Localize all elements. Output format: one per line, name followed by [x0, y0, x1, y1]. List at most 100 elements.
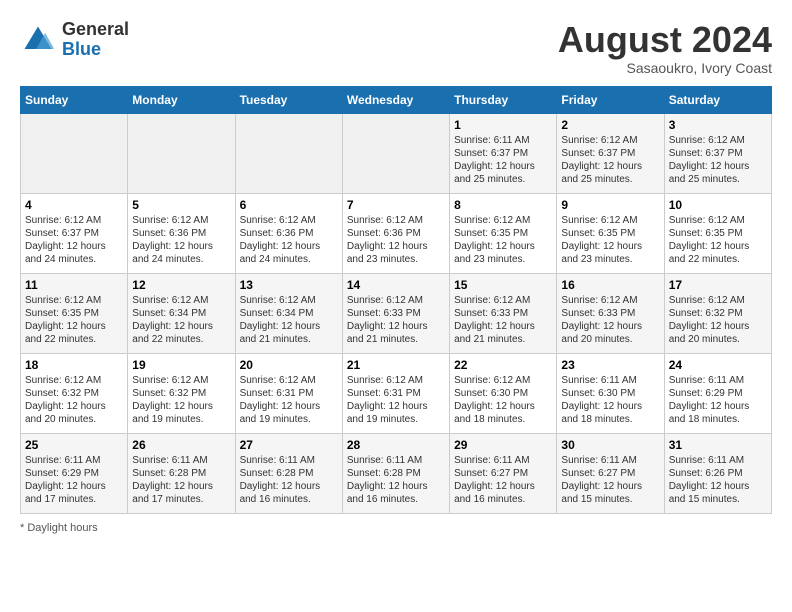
logo-text: General Blue: [62, 20, 129, 60]
logo-blue-text: Blue: [62, 39, 101, 59]
calendar-week-row: 4 Sunrise: 6:12 AM Sunset: 6:37 PM Daylig…: [21, 193, 772, 273]
calendar-cell: 14Sunrise: 6:12 AM Sunset: 6:33 PM Dayli…: [342, 273, 449, 353]
day-number: 10: [669, 198, 767, 212]
day-number: 12: [132, 278, 230, 292]
day-info: Sunrise: 6:12 AM Sunset: 6:32 PM Dayligh…: [669, 294, 767, 346]
header-day-wednesday: Wednesday: [342, 86, 449, 113]
calendar-cell: 11 Sunrise: 6:12 AM Sunset: 6:35 PM Dayli…: [21, 273, 128, 353]
day-info: Sunrise: 6:11 AM Sunset: 6:29 PM Dayligh…: [25, 454, 123, 506]
day-number: 18: [25, 358, 123, 372]
day-number: 26: [132, 438, 230, 452]
location-subtitle: Sasaoukro, Ivory Coast: [558, 60, 772, 76]
calendar-cell: [21, 113, 128, 193]
calendar-header-row: SundayMondayTuesdayWednesdayThursdayFrid…: [21, 86, 772, 113]
day-info: Sunrise: 6:11 AM Sunset: 6:30 PM Dayligh…: [561, 374, 659, 426]
calendar-cell: [235, 113, 342, 193]
day-info: Sunrise: 6:12 AM Sunset: 6:34 PM Dayligh…: [132, 294, 230, 346]
day-info: Sunrise: 6:11 AM Sunset: 6:28 PM Dayligh…: [347, 454, 445, 506]
day-info: Sunrise: 6:12 AM Sunset: 6:36 PM Dayligh…: [132, 214, 230, 266]
calendar-cell: [342, 113, 449, 193]
header-day-monday: Monday: [128, 86, 235, 113]
day-info: Sunrise: 6:12 AM Sunset: 6:35 PM Dayligh…: [25, 294, 123, 346]
calendar-cell: 19 Sunrise: 6:12 AM Sunset: 6:32 PM Dayli…: [128, 353, 235, 433]
day-info: Sunrise: 6:12 AM Sunset: 6:37 PM Dayligh…: [669, 134, 767, 186]
day-info: Sunrise: 6:12 AM Sunset: 6:36 PM Dayligh…: [240, 214, 338, 266]
logo-icon: [20, 22, 56, 58]
day-info: Sunrise: 6:12 AM Sunset: 6:33 PM Dayligh…: [561, 294, 659, 346]
day-number: 28: [347, 438, 445, 452]
day-number: 30: [561, 438, 659, 452]
day-number: 9: [561, 198, 659, 212]
day-number: 14: [347, 278, 445, 292]
calendar-cell: 29 Sunrise: 6:11 AM Sunset: 6:27 PM Dayli…: [450, 433, 557, 513]
calendar-cell: 17 Sunrise: 6:12 AM Sunset: 6:32 PM Dayli…: [664, 273, 771, 353]
header-day-tuesday: Tuesday: [235, 86, 342, 113]
footer-label: Daylight hours: [27, 522, 97, 534]
day-info: Sunrise: 6:12 AM Sunset: 6:37 PM Dayligh…: [561, 134, 659, 186]
header-day-saturday: Saturday: [664, 86, 771, 113]
day-info: Sunrise: 6:12 AM Sunset: 6:31 PM Dayligh…: [347, 374, 445, 426]
logo: General Blue: [20, 20, 129, 60]
day-info: Sunrise: 6:12 AM Sunset: 6:35 PM Dayligh…: [561, 214, 659, 266]
day-info: Sunrise: 6:12 AM Sunset: 6:35 PM Dayligh…: [669, 214, 767, 266]
day-number: 27: [240, 438, 338, 452]
day-number: 31: [669, 438, 767, 452]
calendar-cell: 9 Sunrise: 6:12 AM Sunset: 6:35 PM Daylig…: [557, 193, 664, 273]
calendar-cell: 25 Sunrise: 6:11 AM Sunset: 6:29 PM Dayli…: [21, 433, 128, 513]
calendar-cell: 8Sunrise: 6:12 AM Sunset: 6:35 PM Daylig…: [450, 193, 557, 273]
calendar-cell: [128, 113, 235, 193]
day-number: 3: [669, 118, 767, 132]
day-info: Sunrise: 6:11 AM Sunset: 6:29 PM Dayligh…: [669, 374, 767, 426]
calendar-cell: 13Sunrise: 6:12 AM Sunset: 6:34 PM Dayli…: [235, 273, 342, 353]
calendar-cell: 4 Sunrise: 6:12 AM Sunset: 6:37 PM Daylig…: [21, 193, 128, 273]
day-number: 29: [454, 438, 552, 452]
calendar-cell: 31Sunrise: 6:11 AM Sunset: 6:26 PM Dayli…: [664, 433, 771, 513]
calendar-week-row: 1Sunrise: 6:11 AM Sunset: 6:37 PM Daylig…: [21, 113, 772, 193]
day-number: 6: [240, 198, 338, 212]
header-day-friday: Friday: [557, 86, 664, 113]
page-header: General Blue August 2024 Sasaoukro, Ivor…: [20, 20, 772, 76]
calendar-cell: 27 Sunrise: 6:11 AM Sunset: 6:28 PM Dayli…: [235, 433, 342, 513]
calendar-cell: 7Sunrise: 6:12 AM Sunset: 6:36 PM Daylig…: [342, 193, 449, 273]
day-number: 2: [561, 118, 659, 132]
title-block: August 2024 Sasaoukro, Ivory Coast: [558, 20, 772, 76]
day-info: Sunrise: 6:11 AM Sunset: 6:28 PM Dayligh…: [132, 454, 230, 506]
calendar-week-row: 18 Sunrise: 6:12 AM Sunset: 6:32 PM Dayli…: [21, 353, 772, 433]
calendar-cell: 3 Sunrise: 6:12 AM Sunset: 6:37 PM Daylig…: [664, 113, 771, 193]
day-number: 17: [669, 278, 767, 292]
day-info: Sunrise: 6:11 AM Sunset: 6:27 PM Dayligh…: [561, 454, 659, 506]
day-number: 11: [25, 278, 123, 292]
day-info: Sunrise: 6:12 AM Sunset: 6:31 PM Dayligh…: [240, 374, 338, 426]
calendar-week-row: 25 Sunrise: 6:11 AM Sunset: 6:29 PM Dayli…: [21, 433, 772, 513]
calendar-cell: 15Sunrise: 6:12 AM Sunset: 6:33 PM Dayli…: [450, 273, 557, 353]
day-number: 21: [347, 358, 445, 372]
calendar-cell: 6 Sunrise: 6:12 AM Sunset: 6:36 PM Daylig…: [235, 193, 342, 273]
calendar-cell: 12 Sunrise: 6:12 AM Sunset: 6:34 PM Dayli…: [128, 273, 235, 353]
day-number: 13: [240, 278, 338, 292]
day-info: Sunrise: 6:11 AM Sunset: 6:27 PM Dayligh…: [454, 454, 552, 506]
calendar-cell: 26 Sunrise: 6:11 AM Sunset: 6:28 PM Dayli…: [128, 433, 235, 513]
calendar-cell: 18Sunrise: 6:12 AM Sunset: 6:32 PM Dayli…: [21, 353, 128, 433]
day-number: 25: [25, 438, 123, 452]
calendar-cell: 20 Sunrise: 6:12 AM Sunset: 6:31 PM Dayli…: [235, 353, 342, 433]
day-number: 1: [454, 118, 552, 132]
day-info: Sunrise: 6:12 AM Sunset: 6:32 PM Dayligh…: [132, 374, 230, 426]
day-number: 4: [25, 198, 123, 212]
calendar-cell: 30 Sunrise: 6:11 AM Sunset: 6:27 PM Dayli…: [557, 433, 664, 513]
calendar-cell: 10 Sunrise: 6:12 AM Sunset: 6:35 PM Dayli…: [664, 193, 771, 273]
calendar-cell: 21 Sunrise: 6:12 AM Sunset: 6:31 PM Dayli…: [342, 353, 449, 433]
calendar-cell: 24Sunrise: 6:11 AM Sunset: 6:29 PM Dayli…: [664, 353, 771, 433]
calendar-cell: 28 Sunrise: 6:11 AM Sunset: 6:28 PM Dayli…: [342, 433, 449, 513]
calendar-cell: 2 Sunrise: 6:12 AM Sunset: 6:37 PM Daylig…: [557, 113, 664, 193]
calendar-cell: 5 Sunrise: 6:12 AM Sunset: 6:36 PM Daylig…: [128, 193, 235, 273]
calendar-cell: 1Sunrise: 6:11 AM Sunset: 6:37 PM Daylig…: [450, 113, 557, 193]
day-number: 5: [132, 198, 230, 212]
day-number: 8: [454, 198, 552, 212]
day-number: 19: [132, 358, 230, 372]
day-info: Sunrise: 6:12 AM Sunset: 6:36 PM Dayligh…: [347, 214, 445, 266]
day-info: Sunrise: 6:11 AM Sunset: 6:28 PM Dayligh…: [240, 454, 338, 506]
calendar-table: SundayMondayTuesdayWednesdayThursdayFrid…: [20, 86, 772, 514]
day-info: Sunrise: 6:12 AM Sunset: 6:37 PM Dayligh…: [25, 214, 123, 266]
day-number: 20: [240, 358, 338, 372]
calendar-week-row: 11 Sunrise: 6:12 AM Sunset: 6:35 PM Dayli…: [21, 273, 772, 353]
